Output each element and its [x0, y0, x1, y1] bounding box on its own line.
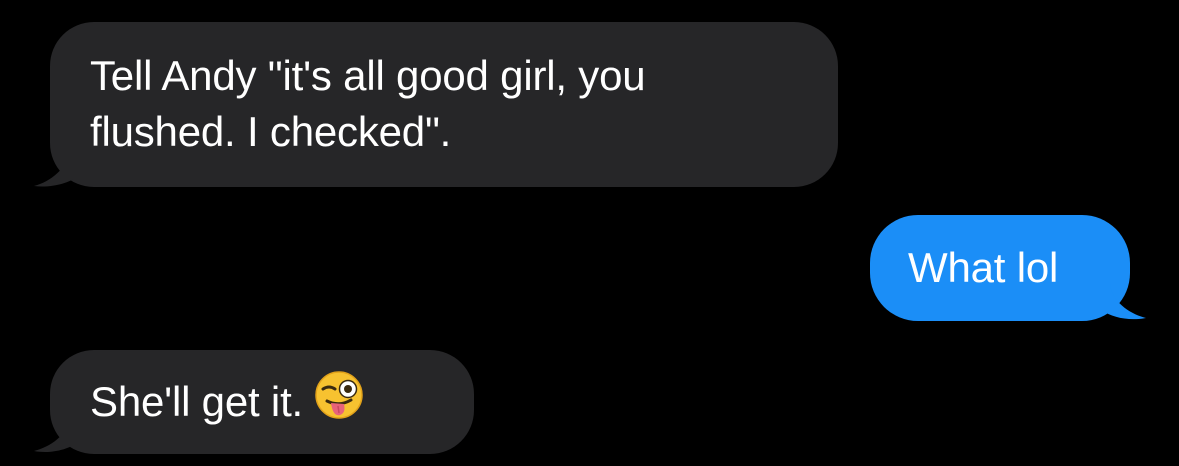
winking-face-with-tongue-emoji	[313, 369, 365, 435]
incoming-message-bubble[interactable]: Tell Andy "it's all good girl, you flush…	[50, 22, 838, 187]
message-thread: Tell Andy "it's all good girl, you flush…	[0, 0, 1179, 466]
message-text-line: flushed. I checked".	[90, 108, 452, 155]
incoming-bubble-tail	[34, 417, 78, 452]
incoming-bubble-tail	[34, 150, 78, 187]
incoming-message-bubble[interactable]: She'll get it.	[50, 350, 474, 454]
message-text-line: Tell Andy "it's all good girl, you	[90, 52, 646, 99]
outgoing-bubble-tail	[1102, 284, 1146, 320]
message-text: She'll get it.	[90, 378, 304, 425]
message-text: What lol	[908, 244, 1059, 291]
outgoing-message-bubble[interactable]: What lol	[870, 215, 1130, 321]
